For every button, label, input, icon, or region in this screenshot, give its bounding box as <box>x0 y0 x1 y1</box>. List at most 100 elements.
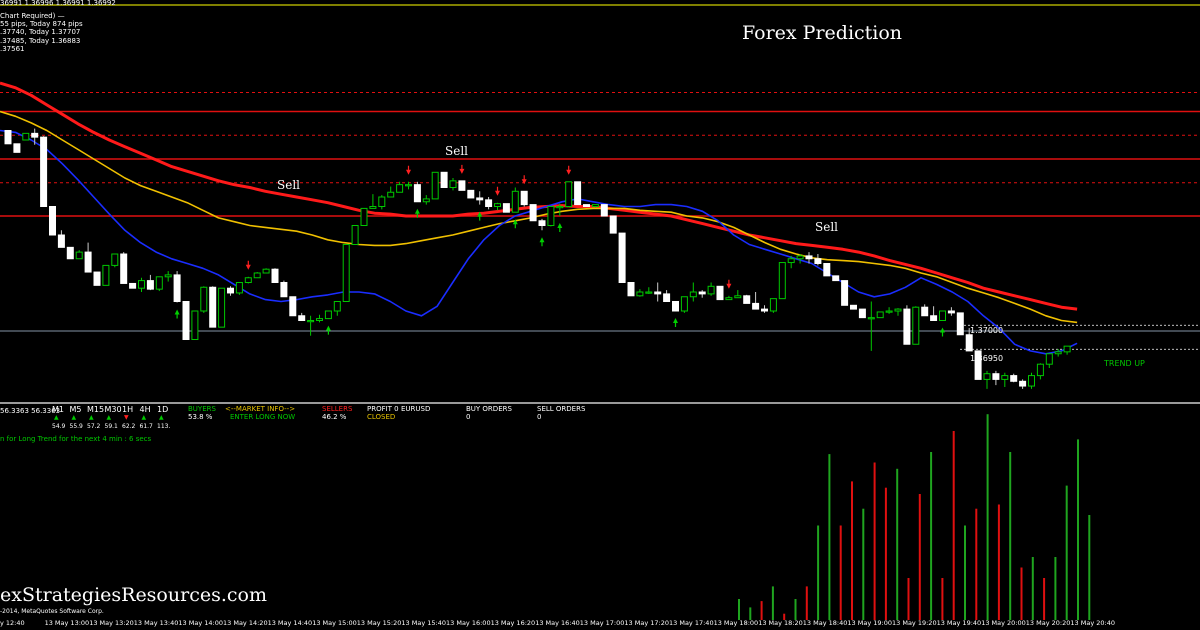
chart-title: Forex Prediction <box>742 22 903 44</box>
candle-body <box>680 296 688 312</box>
candle-body <box>316 318 323 322</box>
histogram-bar <box>975 508 978 620</box>
candle <box>271 268 279 284</box>
candle <box>155 276 163 292</box>
candle-body <box>66 246 74 260</box>
time-axis-label: 13 May 18:40 <box>802 619 848 627</box>
sell-orders-label: SELL ORDERS <box>537 405 586 413</box>
symbol-label: EURUSD <box>401 405 431 413</box>
buyers-value: 53.8 % <box>188 413 213 421</box>
time-axis-label: 13 May 19:40 <box>936 619 982 627</box>
candle <box>360 207 368 226</box>
histogram-bar <box>896 468 899 620</box>
candle-body <box>778 262 786 300</box>
timeframe-label: 1H <box>122 405 134 414</box>
histogram-bar <box>771 586 774 620</box>
candle-body <box>627 282 635 297</box>
histogram-bar <box>1020 567 1023 620</box>
chart-canvas[interactable] <box>0 0 1200 630</box>
candle-body <box>511 190 519 213</box>
candle-body <box>547 206 555 226</box>
candle-body <box>75 251 83 260</box>
histogram-bar <box>738 599 740 620</box>
candle-body <box>173 274 181 302</box>
candle-body <box>698 291 706 295</box>
candle-body <box>912 306 920 345</box>
candle-body <box>645 291 653 294</box>
up-triangle-icon: ▲ <box>106 414 112 421</box>
candle-body <box>841 280 849 306</box>
candle-body <box>787 258 795 264</box>
candle <box>244 276 252 284</box>
candle-body <box>129 282 137 289</box>
histogram-bar <box>918 494 921 620</box>
candle-body <box>538 220 546 226</box>
candle-body <box>218 287 226 328</box>
candle-body <box>734 295 742 299</box>
candle-body <box>351 225 359 245</box>
candle-body <box>636 291 644 297</box>
candle-body <box>583 204 590 208</box>
candle-body <box>111 253 119 266</box>
candle <box>778 262 786 300</box>
candle-body <box>57 234 65 248</box>
price-label-lower: 1.36950 <box>970 354 1004 363</box>
time-axis-label: 13 May 17:20 <box>624 619 669 627</box>
candle <box>280 280 288 298</box>
candle-body <box>138 280 145 289</box>
candle-body <box>1054 351 1062 355</box>
candle <box>102 264 110 286</box>
buy-orders-value: 0 <box>466 413 471 421</box>
time-axis-label: 13 May 14:40 <box>267 619 313 627</box>
time-axis-label: y 12:40 <box>0 619 25 627</box>
up-triangle-icon: ▲ <box>71 414 77 421</box>
histogram-bar <box>930 452 933 620</box>
candle <box>66 246 74 260</box>
candle <box>529 204 537 222</box>
candle-body <box>40 136 48 207</box>
candle-body <box>885 310 893 313</box>
up-triangle-icon: ▲ <box>89 414 94 421</box>
candle-body <box>146 280 154 290</box>
candle-body <box>947 310 955 314</box>
candle <box>574 181 582 206</box>
candle-body <box>529 204 537 222</box>
candle-body <box>903 308 911 345</box>
histogram-bar <box>1054 557 1057 620</box>
time-axis-label: 13 May 13:20 <box>89 619 134 627</box>
candle-body <box>876 311 884 319</box>
candle-body <box>654 291 662 295</box>
candle-body <box>431 171 439 200</box>
candle <box>565 181 573 208</box>
header-line-5: .37485, Today 1.36883 <box>0 37 81 45</box>
candle-body <box>396 184 404 193</box>
timeframe-label: 1D <box>157 405 169 414</box>
time-axis-label: 13 May 20:20 <box>1025 619 1071 627</box>
candle-body <box>378 196 386 207</box>
candle-body <box>262 268 270 274</box>
candle <box>40 136 48 207</box>
market-action: ENTER LONG NOW <box>230 413 296 421</box>
candle <box>342 244 350 302</box>
candle <box>218 287 226 328</box>
histogram-bar <box>839 525 842 620</box>
trend-up-label: TREND UP <box>1104 359 1145 368</box>
time-axis-label: 13 May 15:40 <box>401 619 446 627</box>
candle-body <box>1010 375 1018 382</box>
candle-body <box>209 286 217 328</box>
histogram-bar <box>817 525 820 620</box>
candle <box>956 312 964 336</box>
status-label: CLOSED <box>367 413 396 421</box>
candle-body <box>405 184 412 187</box>
candle-body <box>956 312 964 336</box>
header-line-6: .37561 <box>0 45 25 53</box>
candle-body <box>672 301 679 312</box>
candle <box>209 286 217 328</box>
histogram-bar <box>828 454 831 620</box>
candle <box>850 304 857 310</box>
histogram-bar <box>1031 557 1034 620</box>
candle <box>769 298 777 313</box>
histogram-bar <box>805 586 808 620</box>
candle <box>111 253 119 268</box>
sell-signal-label: Sell <box>277 178 300 192</box>
